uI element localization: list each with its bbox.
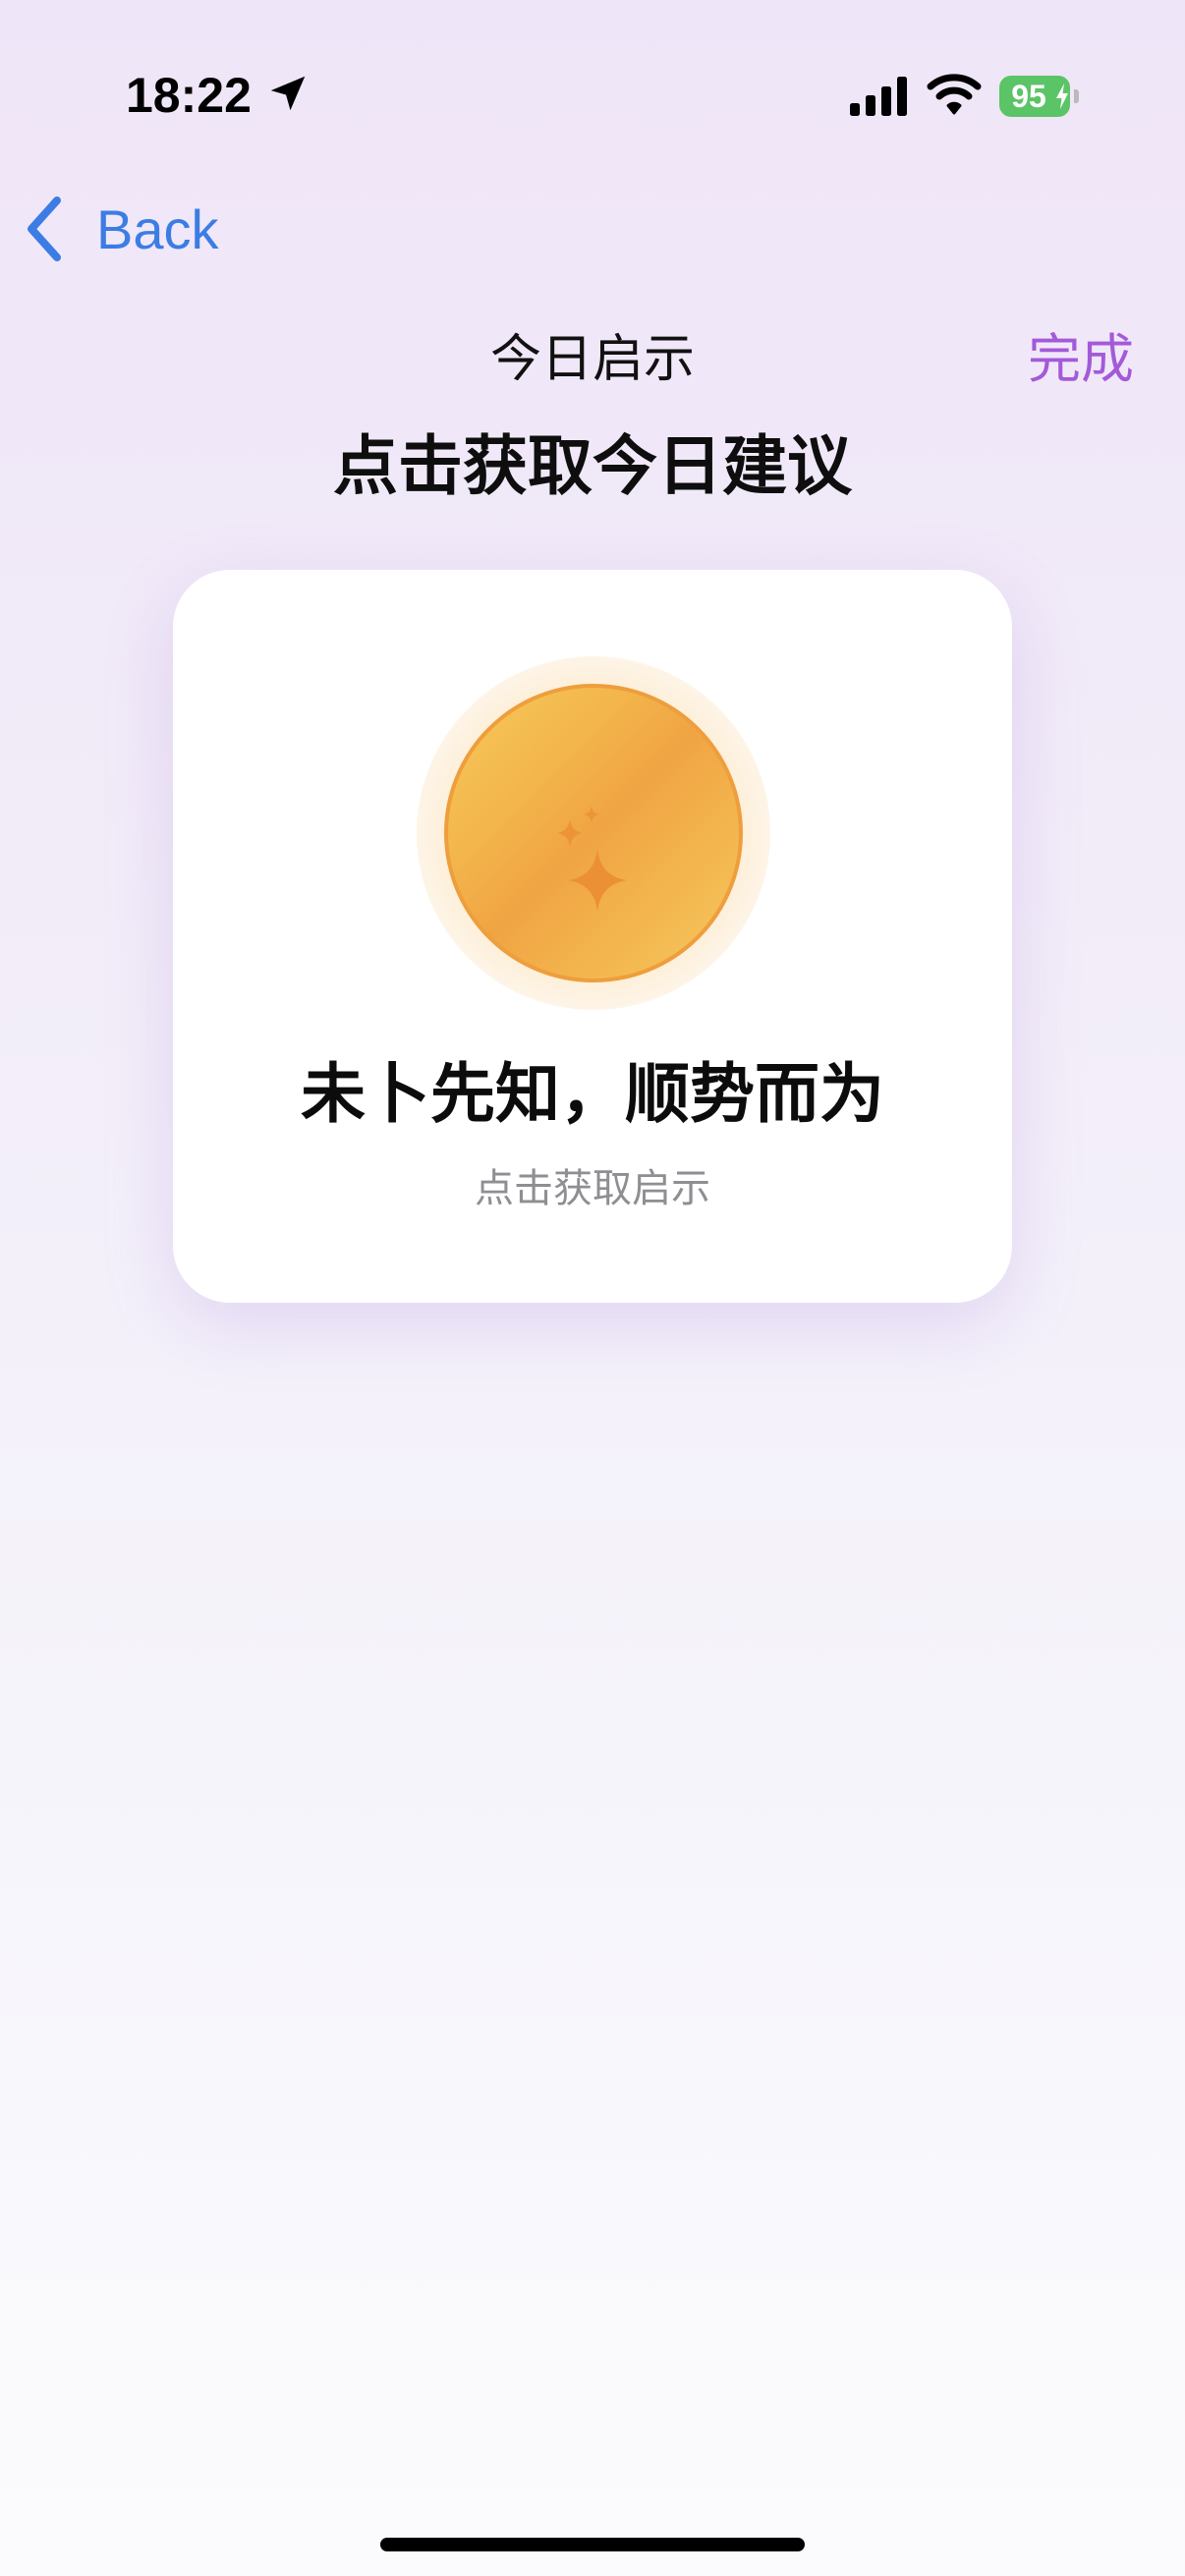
- status-time: 18:22: [126, 68, 252, 123]
- battery-cap: [1074, 89, 1079, 103]
- back-label: Back: [96, 197, 219, 260]
- wifi-icon: [927, 74, 982, 115]
- fortune-card[interactable]: 未卜先知，顺势而为 点击获取启示: [173, 570, 1012, 1303]
- fortune-coin[interactable]: [444, 684, 743, 982]
- chevron-left-icon: [28, 196, 61, 261]
- card-hint: 点击获取启示: [475, 1166, 710, 1211]
- done-button[interactable]: 完成: [1028, 320, 1134, 399]
- status-bar: 18:22 95: [0, 0, 1185, 187]
- charging-bolt-icon: [1056, 84, 1068, 109]
- sparkle-icon: [557, 806, 627, 912]
- battery-charging-icon: 95: [999, 76, 1080, 117]
- location-arrow-icon: [270, 76, 306, 111]
- battery-level: 95: [1011, 79, 1046, 114]
- card-title: 未卜先知，顺势而为: [301, 1056, 884, 1132]
- cellular-signal-icon: [850, 77, 907, 116]
- back-button[interactable]: Back: [22, 187, 219, 271]
- home-indicator[interactable]: [380, 2538, 805, 2551]
- page-subtitle: 点击获取今日建议: [333, 428, 852, 504]
- page-title: 今日启示: [489, 330, 695, 389]
